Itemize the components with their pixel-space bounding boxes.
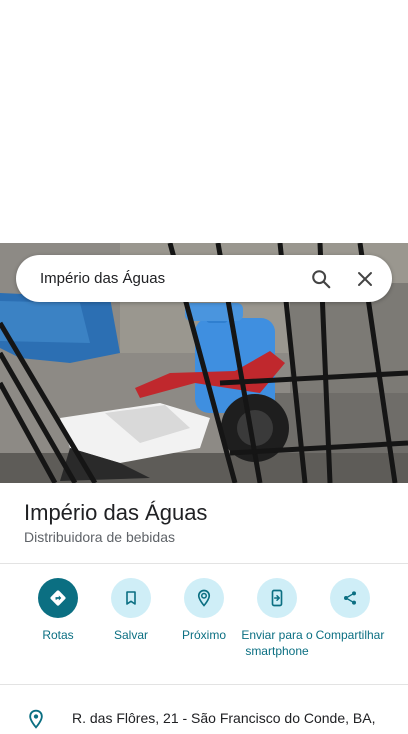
directions-icon [38, 578, 78, 618]
place-title: Império das Águas [24, 500, 208, 525]
share-icon [330, 578, 370, 618]
location-pin-icon [26, 709, 46, 729]
send-to-phone-icon [257, 578, 297, 618]
place-category: Distribuidora de bebidas [24, 529, 175, 545]
map-area-blank [0, 0, 408, 243]
action-buttons: Rotas Salvar Próximo Enviar para o smart… [0, 578, 408, 678]
directions-label: Rotas [42, 628, 74, 642]
close-icon[interactable] [348, 262, 382, 296]
send-to-phone-label: Enviar para o smartphone [241, 628, 313, 658]
save-button[interactable]: Salvar [91, 578, 171, 643]
nearby-label: Próximo [181, 628, 226, 642]
divider [0, 684, 408, 685]
address-text: R. das Flôres, 21 - São Francisco do Con… [72, 710, 376, 726]
search-input[interactable]: Império das Águas [40, 270, 294, 287]
bookmark-icon [111, 578, 151, 618]
search-bar[interactable]: Império das Águas [16, 255, 392, 302]
directions-button[interactable]: Rotas [18, 578, 98, 643]
share-button[interactable]: Compartilhar [310, 578, 390, 643]
send-to-phone-button[interactable]: Enviar para o smartphone [237, 578, 317, 659]
share-label: Compartilhar [315, 628, 385, 642]
address-row[interactable]: R. das Flôres, 21 - São Francisco do Con… [0, 704, 408, 729]
save-label: Salvar [113, 628, 148, 642]
divider [0, 563, 408, 564]
search-icon[interactable] [304, 262, 338, 296]
nearby-icon [184, 578, 224, 618]
nearby-button[interactable]: Próximo [164, 578, 244, 643]
